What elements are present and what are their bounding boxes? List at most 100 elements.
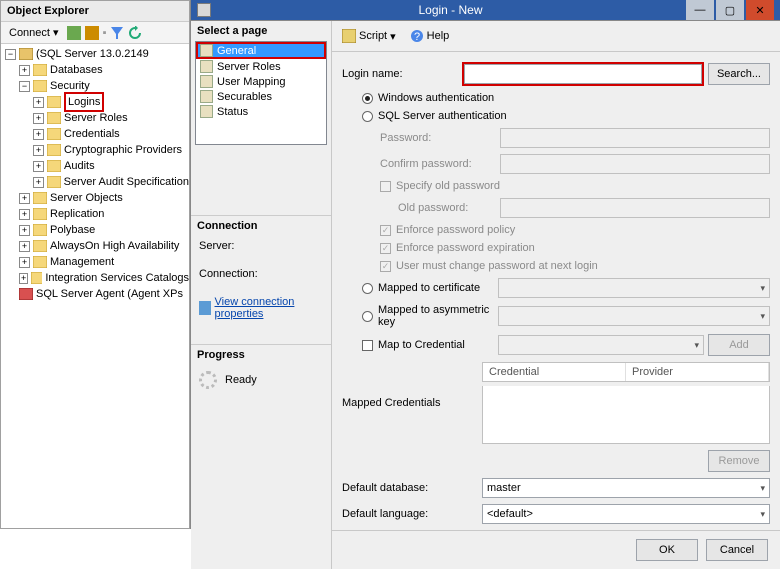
collapse-icon[interactable]: − xyxy=(5,49,16,60)
page-item-general[interactable]: General xyxy=(196,42,326,59)
default-language-label: Default language: xyxy=(342,508,482,520)
mapped-credentials-header: Credential Provider xyxy=(482,362,770,382)
chevron-down-icon: ▾ xyxy=(760,509,765,520)
progress-status: Ready xyxy=(225,374,257,386)
chevron-down-icon: ▾ xyxy=(760,311,765,322)
object-explorer-title: Object Explorer xyxy=(1,1,189,22)
page-item-status[interactable]: Status xyxy=(196,104,326,119)
expand-icon[interactable]: + xyxy=(19,225,30,236)
view-connection-properties-link[interactable]: View connection properties xyxy=(199,296,323,320)
help-button[interactable]: ?Help xyxy=(406,27,454,45)
agent-icon xyxy=(19,288,33,300)
page-item-server-roles[interactable]: Server Roles xyxy=(196,59,326,74)
map-to-credential-checkbox[interactable]: Map to Credential xyxy=(362,339,498,351)
password-label: Password: xyxy=(380,132,500,144)
refresh-icon[interactable] xyxy=(128,26,142,40)
mapped-certificate-radio[interactable]: Mapped to certificate xyxy=(362,282,498,294)
radio-off-icon xyxy=(362,111,373,122)
ok-button[interactable]: OK xyxy=(636,539,698,561)
tree-node-audits[interactable]: Audits xyxy=(64,158,95,174)
script-button[interactable]: Script ▾ xyxy=(338,27,400,45)
default-language-select[interactable]: <default>▾ xyxy=(482,504,770,524)
expand-icon[interactable]: + xyxy=(33,177,44,188)
chevron-down-icon: ▾ xyxy=(53,27,59,39)
server-icon xyxy=(19,48,33,60)
expand-icon[interactable]: + xyxy=(19,65,30,76)
asymkey-select: ▾ xyxy=(498,306,770,326)
tree-node-sql-agent[interactable]: SQL Server Agent (Agent XPs xyxy=(36,286,183,302)
expand-icon[interactable]: + xyxy=(33,145,44,156)
object-explorer-tree[interactable]: −(SQL Server 13.0.2149 +Databases −Secur… xyxy=(1,44,189,528)
dialog-footer: OK Cancel xyxy=(332,530,780,569)
tree-node-integration-services[interactable]: Integration Services Catalogs xyxy=(45,270,189,286)
checkbox-checked-icon: ✓ xyxy=(380,225,391,236)
svg-text:?: ? xyxy=(414,31,420,43)
enforce-expiration-checkbox: ✓Enforce password expiration xyxy=(380,242,535,254)
sql-auth-radio[interactable]: SQL Server authentication xyxy=(362,110,507,122)
tree-node-credentials[interactable]: Credentials xyxy=(64,126,120,142)
chevron-down-icon: ▾ xyxy=(760,283,765,294)
tree-node-cryptographic-providers[interactable]: Cryptographic Providers xyxy=(64,142,182,158)
must-change-password-checkbox: ✓User must change password at next login xyxy=(380,260,598,272)
folder-icon xyxy=(33,240,47,252)
login-new-dialog: Login - New — ▢ ✕ Select a page General … xyxy=(190,0,780,529)
minimize-button[interactable]: — xyxy=(686,0,714,20)
server-label: Server: xyxy=(199,240,323,252)
expand-icon[interactable]: + xyxy=(19,273,28,284)
connect-button[interactable]: Connect ▾ xyxy=(5,25,63,40)
page-item-securables[interactable]: Securables xyxy=(196,89,326,104)
mapped-asymkey-radio[interactable]: Mapped to asymmetric key xyxy=(362,304,498,328)
dialog-titlebar[interactable]: Login - New — ▢ ✕ xyxy=(191,0,780,20)
page-item-user-mapping[interactable]: User Mapping xyxy=(196,74,326,89)
tree-node-logins[interactable]: Logins xyxy=(64,92,104,112)
folder-icon xyxy=(47,176,61,188)
select-page-header: Select a page xyxy=(191,21,331,41)
maximize-button[interactable]: ▢ xyxy=(716,0,744,20)
expand-icon[interactable]: + xyxy=(33,113,44,124)
expand-icon[interactable]: + xyxy=(33,129,44,140)
login-name-label: Login name: xyxy=(342,68,462,80)
page-icon xyxy=(200,105,213,118)
connect-icon[interactable] xyxy=(67,26,81,40)
search-button[interactable]: Search... xyxy=(708,63,770,85)
disconnect-icon[interactable] xyxy=(85,26,99,40)
tree-node-server-roles[interactable]: Server Roles xyxy=(64,110,128,126)
confirm-password-input xyxy=(500,154,770,174)
tree-node-alwayson[interactable]: AlwaysOn High Availability xyxy=(50,238,179,254)
mapped-credentials-list[interactable] xyxy=(482,386,770,444)
tree-node-management[interactable]: Management xyxy=(50,254,114,270)
progress-header: Progress xyxy=(191,344,331,365)
checkbox-empty-icon xyxy=(362,340,373,351)
default-database-select[interactable]: master▾ xyxy=(482,478,770,498)
old-password-input xyxy=(500,198,770,218)
credential-column: Credential xyxy=(483,363,626,381)
folder-icon xyxy=(47,112,61,124)
radio-off-icon xyxy=(362,311,373,322)
page-list[interactable]: General Server Roles User Mapping Secura… xyxy=(195,41,327,145)
enforce-policy-checkbox: ✓Enforce password policy xyxy=(380,224,515,236)
expand-icon[interactable]: + xyxy=(19,209,30,220)
tree-node-server-audit-spec[interactable]: Server Audit Specification xyxy=(64,174,189,190)
cancel-button[interactable]: Cancel xyxy=(706,539,768,561)
tree-node-replication[interactable]: Replication xyxy=(50,206,104,222)
expand-icon[interactable]: + xyxy=(19,193,30,204)
windows-auth-radio[interactable]: Windows authentication xyxy=(362,92,494,104)
expand-icon[interactable]: + xyxy=(33,161,44,172)
credential-select: ▾ xyxy=(498,335,704,355)
collapse-icon[interactable]: − xyxy=(19,81,30,92)
tree-node-server-objects[interactable]: Server Objects xyxy=(50,190,123,206)
confirm-password-label: Confirm password: xyxy=(380,158,500,170)
expand-icon[interactable]: + xyxy=(19,257,30,268)
expand-icon[interactable]: + xyxy=(33,97,44,108)
tree-node-databases[interactable]: Databases xyxy=(50,62,103,78)
script-icon xyxy=(342,29,356,43)
login-name-input[interactable] xyxy=(464,64,702,84)
filter-icon[interactable] xyxy=(110,26,124,40)
page-icon xyxy=(200,90,213,103)
tree-node-polybase[interactable]: Polybase xyxy=(50,222,95,238)
expand-icon[interactable]: + xyxy=(19,241,30,252)
close-button[interactable]: ✕ xyxy=(746,0,774,20)
server-node[interactable]: (SQL Server 13.0.2149 xyxy=(36,46,149,62)
folder-icon xyxy=(33,256,47,268)
folder-icon xyxy=(47,144,61,156)
